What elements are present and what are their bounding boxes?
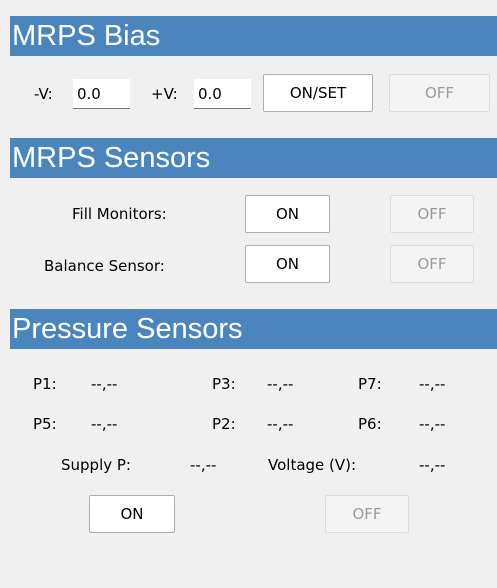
balance-sensor-label: Balance Sensor: (44, 257, 165, 275)
voltage-label: Voltage (V): (268, 456, 357, 474)
p6-value: --,-- (419, 415, 446, 433)
pressure-on-button[interactable]: ON (89, 495, 175, 533)
negative-voltage-label: -V: (34, 85, 53, 103)
negative-voltage-field[interactable] (73, 79, 130, 109)
p6-label: P6: (358, 415, 382, 433)
p1-label: P1: (33, 375, 57, 393)
voltage-value: --,-- (419, 456, 446, 474)
p1-value: --,-- (91, 375, 118, 393)
bias-off-button[interactable]: OFF (389, 74, 490, 112)
p3-value: --,-- (267, 375, 294, 393)
supply-pressure-label: Supply P: (61, 456, 131, 474)
fill-monitors-on-button[interactable]: ON (245, 195, 330, 233)
fill-monitors-off-button[interactable]: OFF (390, 195, 474, 233)
balance-sensor-off-button[interactable]: OFF (390, 245, 474, 283)
p7-label: P7: (358, 375, 382, 393)
p2-value: --,-- (267, 415, 294, 433)
fill-monitors-label: Fill Monitors: (72, 205, 167, 223)
positive-voltage-label: +V: (151, 85, 178, 103)
p5-label: P5: (33, 415, 57, 433)
mrps-sensors-header: MRPS Sensors (10, 138, 497, 178)
p7-value: --,-- (419, 375, 446, 393)
balance-sensor-on-button[interactable]: ON (245, 245, 330, 283)
p5-value: --,-- (91, 415, 118, 433)
pressure-off-button[interactable]: OFF (325, 495, 409, 533)
bias-on-set-button[interactable]: ON/SET (263, 74, 373, 112)
p3-label: P3: (212, 375, 236, 393)
p2-label: P2: (212, 415, 236, 433)
supply-pressure-value: --,-- (190, 456, 217, 474)
mrps-bias-header: MRPS Bias (10, 16, 497, 56)
positive-voltage-field[interactable] (194, 79, 251, 109)
pressure-sensors-header: Pressure Sensors (10, 309, 497, 349)
